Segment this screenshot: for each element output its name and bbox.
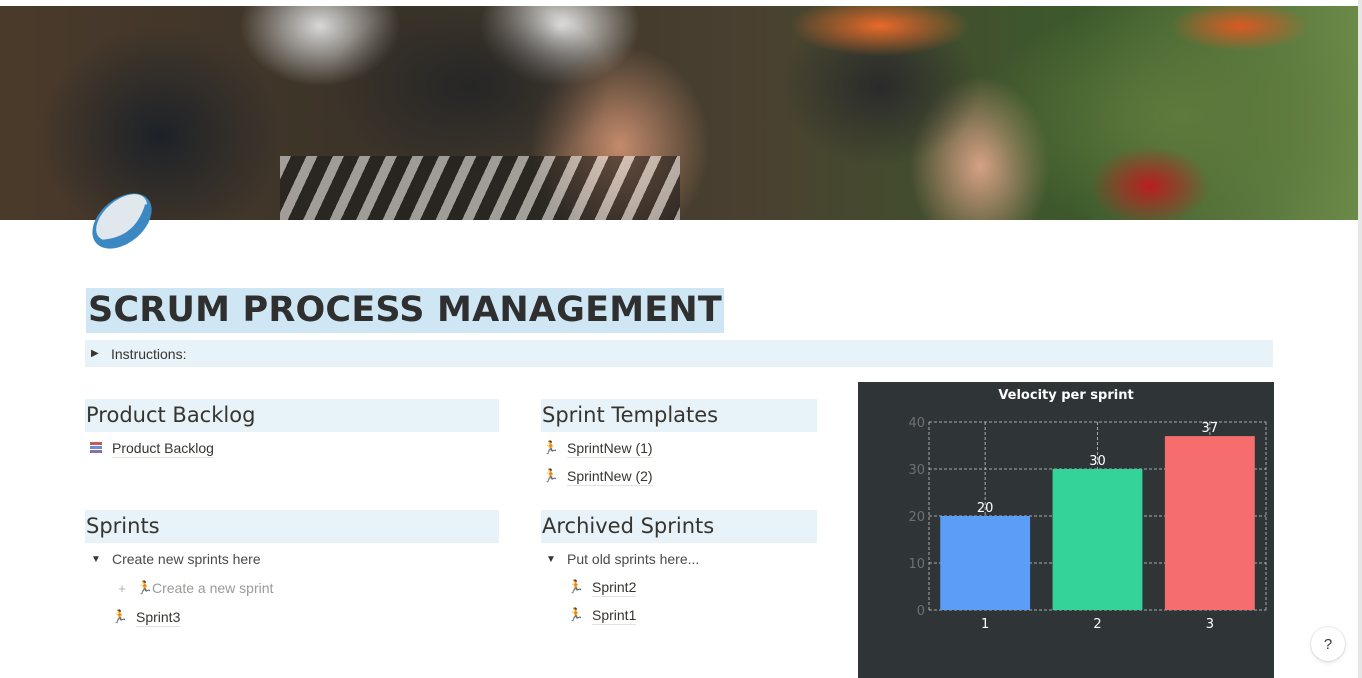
product-backlog-link[interactable]: Product Backlog [112,439,214,458]
sprints-heading: Sprints [85,510,499,543]
list-item[interactable]: 🏃 Sprint1 [566,604,637,626]
runner-icon: 🏃 [567,607,585,622]
books-icon [86,441,106,455]
list-item[interactable]: 🏃 Sprint2 [566,576,637,598]
archived-toggle-label: Put old sprints here... [567,551,700,567]
create-sprint-button[interactable]: + 🏃 Create a new sprint [112,577,273,599]
archived-sprint-link[interactable]: Sprint1 [592,606,637,625]
sprint-template-link[interactable]: SprintNew (1) [567,439,653,458]
triangle-right-icon[interactable]: ▶ [91,348,111,359]
velocity-chart: Velocity per sprint 0 10 20 30 40 20 1 30 2 37 3 [858,382,1274,678]
data-label: 20 [977,501,994,516]
rugby-ball-icon[interactable] [86,185,158,257]
cover-image [0,6,1358,220]
bar [940,516,1031,610]
data-label: 37 [1202,421,1219,436]
list-item[interactable]: Product Backlog [86,437,214,459]
scrollbar[interactable] [1358,0,1362,678]
page-title[interactable]: SCRUM PROCESS MANAGEMENT [86,288,724,333]
y-tick-label: 20 [908,510,925,525]
archived-sprint-link[interactable]: Sprint2 [592,578,637,597]
runner-icon: 🏃 [111,609,129,624]
y-tick-label: 0 [917,604,925,619]
runner-icon: 🏃 [136,580,154,595]
archived-toggle[interactable]: ▼ Put old sprints here... [541,548,699,570]
bar [1164,436,1255,610]
runner-icon: 🏃 [542,468,560,483]
runner-icon: 🏃 [567,579,585,594]
x-tick-label: 1 [981,617,989,632]
product-backlog-heading: Product Backlog [85,399,499,432]
list-item[interactable]: 🏃 Sprint3 [110,606,181,628]
archived-sprints-heading: Archived Sprints [541,510,817,543]
cover-image-detail [280,156,680,220]
help-button[interactable]: ? [1311,627,1345,661]
instructions-toggle[interactable]: ▶ Instructions: [85,340,1273,367]
y-tick-label: 40 [908,416,925,431]
chart-title: Velocity per sprint [998,388,1133,403]
x-tick-label: 2 [1093,617,1101,632]
list-item[interactable]: 🏃 SprintNew (1) [541,437,653,459]
y-tick-label: 30 [908,463,925,478]
sprint-link[interactable]: Sprint3 [136,608,181,627]
runner-icon: 🏃 [542,440,560,455]
y-tick-label: 10 [908,557,925,572]
sprints-toggle[interactable]: ▼ Create new sprints here [86,548,261,570]
create-sprint-label: Create a new sprint [152,580,274,596]
instructions-label: Instructions: [111,345,187,362]
list-item[interactable]: 🏃 SprintNew (2) [541,465,653,487]
velocity-chart-svg: Velocity per sprint 0 10 20 30 40 20 1 30 2 37 3 [908,388,1267,632]
sprints-toggle-label: Create new sprints here [112,551,261,567]
bar [1052,469,1143,610]
x-tick-label: 3 [1206,617,1214,632]
triangle-down-icon[interactable]: ▼ [541,554,561,565]
triangle-down-icon[interactable]: ▼ [86,554,106,565]
data-label: 30 [1089,454,1106,469]
sprint-templates-heading: Sprint Templates [541,399,817,432]
sprint-template-link[interactable]: SprintNew (2) [567,467,653,486]
plus-icon: + [118,580,126,596]
